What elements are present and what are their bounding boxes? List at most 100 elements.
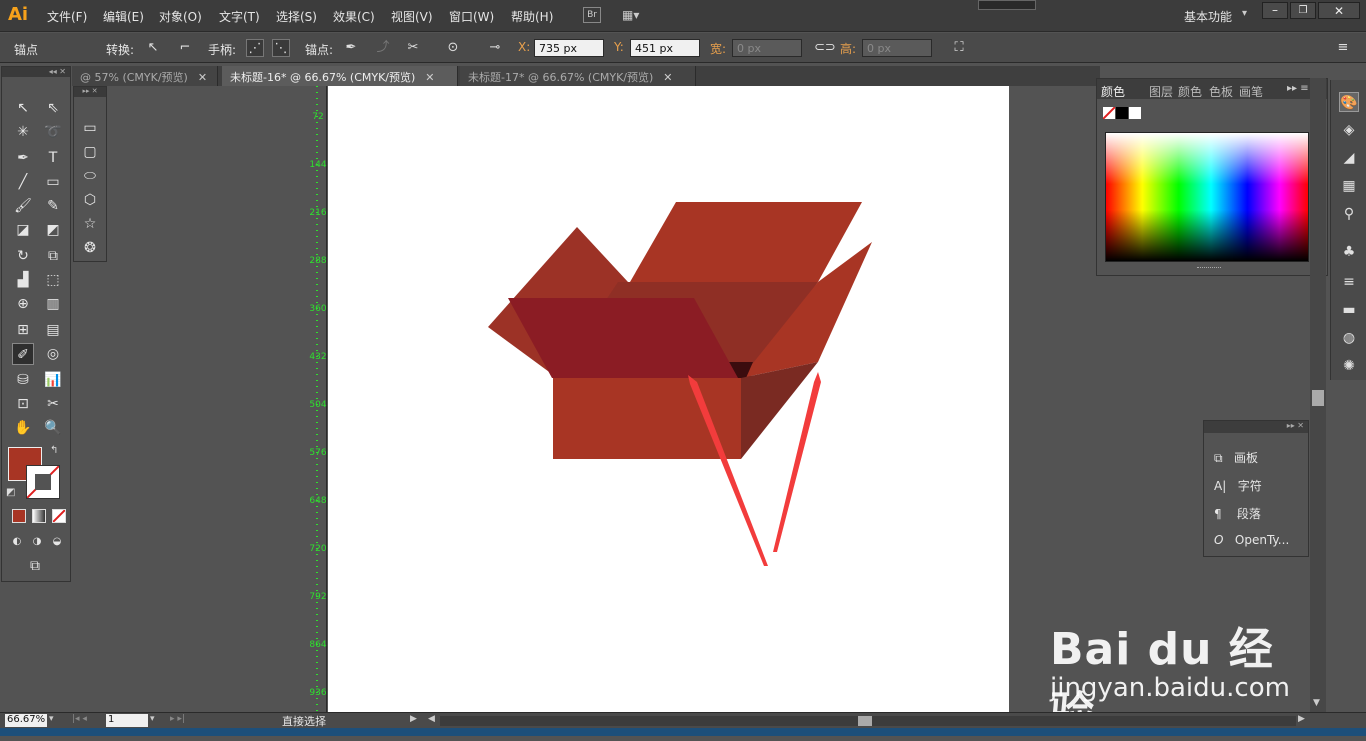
- opentype-panel-item[interactable]: O OpenTy...: [1214, 533, 1289, 547]
- draw-inside-icon[interactable]: ◒: [48, 531, 66, 547]
- status-menu-icon[interactable]: ▶: [410, 714, 417, 724]
- perspective-icon[interactable]: ▥: [42, 293, 64, 315]
- rectangle-tool-icon[interactable]: ▭: [42, 171, 64, 193]
- white-swatch[interactable]: [1129, 107, 1141, 119]
- star-icon[interactable]: ☆: [79, 213, 101, 235]
- swap-colors-icon[interactable]: ↰: [50, 445, 58, 456]
- paragraph-panel-item[interactable]: ¶ 段落: [1214, 505, 1261, 522]
- color-mode-button[interactable]: [12, 509, 26, 523]
- rectangle-icon[interactable]: ▭: [79, 117, 101, 139]
- free-transform-icon[interactable]: ⬚: [42, 269, 64, 291]
- screen-mode-icon[interactable]: ⧉: [24, 555, 46, 577]
- horizontal-scrollbar[interactable]: [440, 716, 1296, 726]
- rotate-icon[interactable]: ↻: [12, 245, 34, 267]
- scroll-left-icon[interactable]: ◀: [428, 714, 435, 724]
- width-tool-icon[interactable]: ▟: [12, 269, 34, 291]
- tab-doc-16[interactable]: 未标题-16* @ 66.67% (CMYK/预览) ✕: [222, 66, 458, 86]
- tab-color-guide[interactable]: 颜色: [1178, 83, 1202, 100]
- menu-select[interactable]: 选择(S): [276, 8, 317, 25]
- color-guide-icon[interactable]: ◢: [1339, 148, 1359, 168]
- menu-help[interactable]: 帮助(H): [511, 8, 553, 25]
- menu-edit[interactable]: 编辑(E): [103, 8, 144, 25]
- bridge-button[interactable]: Br: [583, 7, 601, 23]
- black-swatch[interactable]: [1116, 107, 1128, 119]
- menu-view[interactable]: 视图(V): [391, 8, 433, 25]
- color-spectrum[interactable]: [1105, 132, 1309, 262]
- menu-file[interactable]: 文件(F): [47, 8, 87, 25]
- cut-path-icon[interactable]: ✂: [404, 39, 422, 57]
- close-icon[interactable]: ✕: [663, 71, 672, 84]
- slice-icon[interactable]: ✂: [42, 393, 64, 415]
- shape-builder-icon[interactable]: ⊕: [12, 293, 34, 315]
- menu-type[interactable]: 文字(T): [219, 8, 260, 25]
- transparency-icon[interactable]: ◍: [1339, 328, 1359, 348]
- appearance-icon[interactable]: ✺: [1339, 356, 1359, 376]
- blob-brush-icon[interactable]: ◪: [12, 219, 34, 241]
- direct-selection-tool-icon[interactable]: ⇖: [42, 97, 64, 119]
- isolate-icon[interactable]: ⊙: [444, 39, 462, 57]
- none-mode-button[interactable]: [52, 509, 66, 523]
- convert-corner-icon[interactable]: ↖: [144, 39, 162, 57]
- scroll-down-icon[interactable]: ▼: [1313, 698, 1320, 708]
- workspace-switcher[interactable]: 基本功能: [1184, 8, 1232, 25]
- type-tool-icon[interactable]: T: [42, 147, 64, 169]
- ellipse-icon[interactable]: ⬭: [79, 165, 101, 187]
- tab-doc-1[interactable]: @ 57% (CMYK/预览) ✕: [72, 66, 218, 86]
- scroll-thumb[interactable]: [1312, 390, 1324, 406]
- character-panel-item[interactable]: A| 字符: [1214, 477, 1262, 494]
- hide-handles-icon[interactable]: ⋱: [272, 39, 290, 57]
- arrange-documents-icon[interactable]: ▦▾: [622, 8, 650, 24]
- pencil-icon[interactable]: ✎: [42, 195, 64, 217]
- gradient-mode-button[interactable]: [32, 509, 46, 523]
- palette-icon[interactable]: 🎨: [1339, 92, 1359, 112]
- scale-icon[interactable]: ⧉: [42, 245, 64, 267]
- tab-swatches[interactable]: 色板: [1209, 83, 1233, 100]
- graph-icon[interactable]: 📊: [42, 369, 64, 391]
- tab-brushes[interactable]: 画笔: [1239, 83, 1263, 100]
- mesh-icon[interactable]: ⊞: [12, 319, 34, 341]
- panel-menu-icon[interactable]: ▸▸ ≡: [1287, 83, 1309, 94]
- menu-window[interactable]: 窗口(W): [449, 8, 494, 25]
- blend-icon[interactable]: ◎: [42, 343, 64, 365]
- zoom-field[interactable]: 66.67%: [5, 714, 47, 727]
- swatches-icon[interactable]: ▦: [1339, 176, 1359, 196]
- scroll-right-icon[interactable]: ▶: [1298, 714, 1305, 724]
- convert-smooth-icon[interactable]: ⌐: [176, 39, 194, 57]
- connect-anchor-icon[interactable]: ⤴: [374, 39, 392, 57]
- minimize-button[interactable]: –: [1262, 2, 1288, 19]
- tab-color[interactable]: 颜色: [1101, 83, 1125, 100]
- symbols-icon[interactable]: ♣: [1339, 242, 1359, 262]
- search-field[interactable]: [978, 0, 1036, 10]
- align-icon[interactable]: ⊸: [486, 39, 504, 57]
- line-tool-icon[interactable]: ╱: [12, 171, 34, 193]
- paintbrush-icon[interactable]: 🖌: [12, 195, 34, 217]
- eyedropper-icon[interactable]: ✐: [12, 343, 34, 365]
- last-artboard-icon[interactable]: ▸ ▸|: [170, 714, 185, 724]
- polygon-icon[interactable]: ⬡: [79, 189, 101, 211]
- x-field[interactable]: 735 px: [534, 39, 604, 57]
- lasso-icon[interactable]: ➰: [42, 121, 64, 143]
- close-button[interactable]: ✕: [1318, 2, 1360, 19]
- gradient-icon[interactable]: ▤: [42, 319, 64, 341]
- artboard-number-field[interactable]: 1: [106, 714, 148, 727]
- panel-grip[interactable]: [1197, 267, 1221, 271]
- artboards-panel-item[interactable]: ⧉ 画板: [1214, 449, 1258, 466]
- hand-icon[interactable]: ✋: [12, 417, 34, 439]
- y-field[interactable]: 451 px: [630, 39, 700, 57]
- remove-anchor-icon[interactable]: ✒: [342, 39, 360, 57]
- show-handles-icon[interactable]: ⋰: [246, 39, 264, 57]
- constrain-link-icon[interactable]: ⊂⊃: [814, 39, 836, 57]
- close-icon[interactable]: ✕: [198, 71, 207, 84]
- zoom-dropdown-icon[interactable]: ▾: [49, 714, 61, 727]
- menu-object[interactable]: 对象(O): [159, 8, 202, 25]
- eraser-icon[interactable]: ◩: [42, 219, 64, 241]
- brushes-icon[interactable]: ⚲: [1339, 204, 1359, 224]
- tab-doc-17[interactable]: 未标题-17* @ 66.67% (CMYK/预览) ✕: [460, 66, 696, 86]
- pen-tool-icon[interactable]: ✒: [12, 147, 34, 169]
- tab-layers[interactable]: 图层: [1149, 83, 1173, 100]
- selection-tool-icon[interactable]: ↖: [12, 97, 34, 119]
- menu-effect[interactable]: 效果(C): [333, 8, 375, 25]
- layers-icon[interactable]: ◈: [1339, 120, 1359, 140]
- rounded-rectangle-icon[interactable]: ▢: [79, 141, 101, 163]
- magic-wand-icon[interactable]: ✳: [12, 121, 34, 143]
